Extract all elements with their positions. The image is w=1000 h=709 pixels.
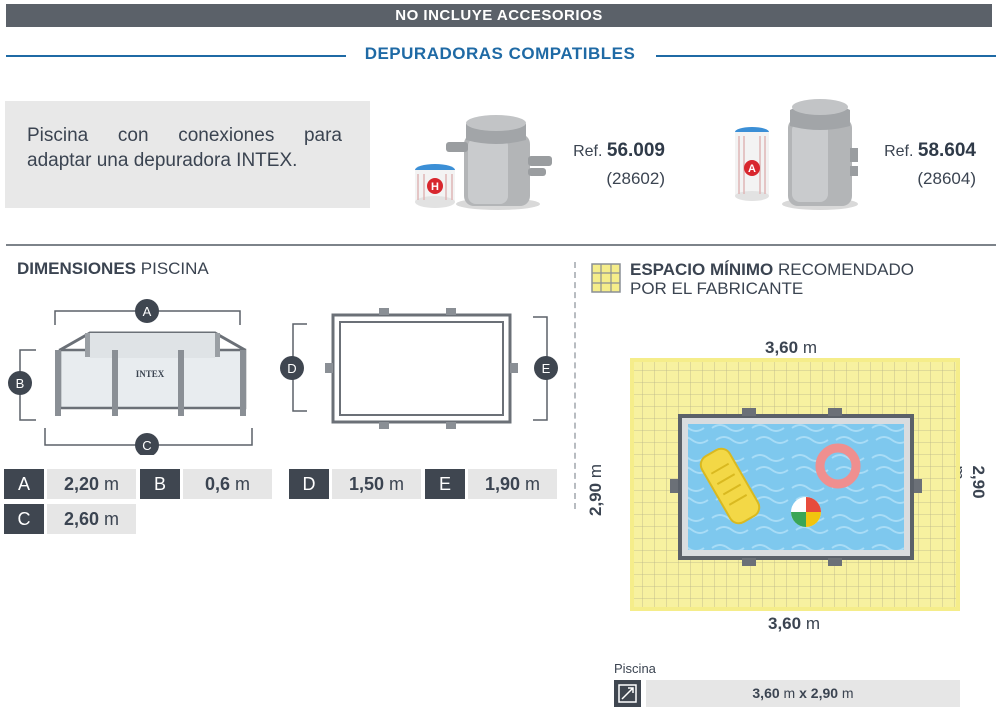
ref-number-1: 56.009 [606,140,665,161]
pump-ref-2: Ref. 58.604 (28604) [866,140,976,189]
compatible-pumps-title: DEPURADORAS COMPATIBLES [0,44,1000,64]
dim-letter-b: B [140,469,180,499]
letter-a: A [143,304,152,319]
dim-value-e: 1,90 m [468,469,557,499]
pool-summary-value: 3,60 m x 2,90 m [646,680,960,707]
ref-code-2: (28604) [917,169,976,188]
info-line-1: Piscina con conexiones para [27,125,342,146]
pump-badge-a: A [748,163,756,175]
info-line-2: adaptar una depuradora INTEX. [27,150,298,171]
ref-number-2: 58.604 [917,140,976,161]
letter-b: B [16,376,25,391]
dashed-separator [574,262,576,509]
dim-value-d: 1,50 m [332,469,421,499]
letter-c: C [142,438,151,453]
pump-filter-a-illustration: A [735,99,858,210]
pool-top-view-diagram: D E [280,308,558,429]
dim-letter-a: A [4,469,44,499]
ref-code-1: (28602) [606,169,665,188]
space-width-bottom: 3,60 m [768,614,820,633]
section-divider [6,244,996,246]
intex-logo: INTEX [136,369,165,379]
pool-summary-label: Piscina [614,661,656,676]
space-length-left: 2,90 m [586,464,605,516]
dim-letter-c: C [4,504,44,534]
no-accessories-banner: NO INCLUYE ACCESORIOS [6,4,992,27]
dim-value-a: 2,20 m [47,469,136,499]
dimensions-title: DIMENSIONES PISCINA [17,259,209,278]
dim-value-c: 2,60 m [47,504,136,534]
pool-size-icon [614,680,641,707]
minimum-space-diagram [630,358,960,611]
pool-perspective-diagram: A B INTEX C [8,299,253,455]
minimum-space-title: ESPACIO MÍNIMO RECOMENDADO POR EL FABRIC… [630,260,914,298]
pump-filter-h-illustration: H [415,115,552,210]
ref-prefix-1: Ref. [573,143,603,160]
diagonal-arrow-icon [618,684,637,703]
letter-e: E [542,361,551,376]
ref-prefix-2: Ref. [884,143,914,160]
pump-ref-1: Ref. 56.009 (28602) [555,140,665,189]
connection-info-box: Piscina con conexiones para adaptar una … [5,101,370,208]
pump-badge-h: H [431,181,439,193]
dim-letter-e: E [425,469,465,499]
dim-letter-d: D [289,469,329,499]
letter-d: D [287,361,296,376]
space-width-top: 3,60 m [765,338,817,357]
dim-value-b: 0,6 m [183,469,272,499]
grid-space-icon [591,263,621,293]
